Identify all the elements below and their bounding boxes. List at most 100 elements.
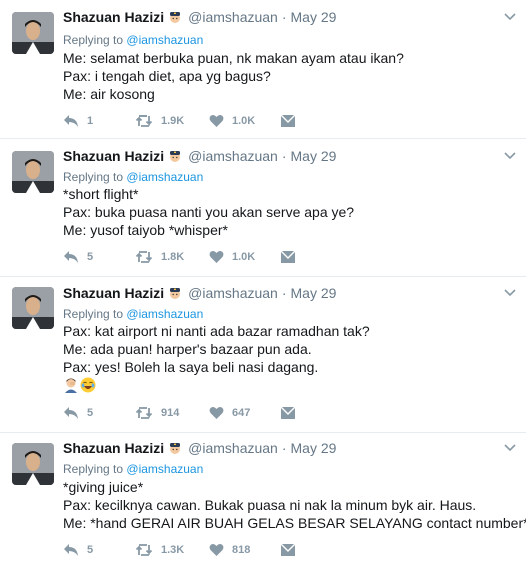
tweet-actions: 5 914 647: [63, 405, 303, 421]
reply-icon: [64, 407, 78, 419]
like-count: 818: [232, 544, 251, 556]
reply-button[interactable]: 5: [63, 405, 93, 421]
chevron-down-icon[interactable]: [504, 13, 516, 21]
tweet-actions: 5 1.3K 818: [63, 542, 303, 558]
author-handle[interactable]: @iamshazuan: [188, 440, 278, 456]
reply-count: 5: [87, 544, 94, 556]
emoji-line: [63, 376, 370, 394]
like-button[interactable]: 1.0K: [209, 113, 255, 129]
separator-dot: ·: [281, 285, 287, 301]
author-name[interactable]: Shazuan Hazizi: [63, 148, 164, 164]
tweet-line: Pax: kat airport ni nanti ada bazar rama…: [63, 323, 370, 339]
chevron-down-icon[interactable]: [504, 152, 516, 160]
author-name[interactable]: Shazuan Hazizi: [63, 440, 164, 456]
author-handle[interactable]: @iamshazuan: [188, 285, 278, 301]
reply-count: 5: [87, 251, 94, 263]
tweet-header: Shazuan Hazizi @iamshazuan · May 29: [63, 285, 336, 301]
direct-message-icon: [280, 543, 296, 556]
tweet-text: Me: selamat berbuka puan, nk makan ayam …: [63, 49, 404, 103]
heart-icon: [209, 251, 224, 263]
author-name[interactable]: Shazuan Hazizi: [63, 285, 164, 301]
man-facepalming-emoji: [65, 378, 77, 393]
tweet-date[interactable]: May 29: [291, 285, 337, 301]
direct-message-icon: [280, 250, 296, 263]
tweet-date[interactable]: May 29: [291, 440, 337, 456]
reply-count: 5: [87, 407, 94, 419]
direct-message-button[interactable]: [280, 542, 304, 558]
tweet-header: Shazuan Hazizi @iamshazuan · May 29: [63, 440, 336, 456]
chevron-down-icon[interactable]: [504, 289, 516, 297]
direct-message-button[interactable]: [280, 113, 304, 129]
like-button[interactable]: 1.0K: [209, 249, 255, 265]
replying-to: Replying to @iamshazuan: [63, 170, 203, 184]
tweet-actions: 5 1.8K 1.0K: [63, 249, 303, 265]
pilot-emoji: [168, 10, 182, 24]
replying-prefix: Replying to: [63, 33, 124, 47]
retweet-button[interactable]: 914: [135, 405, 179, 421]
like-button[interactable]: 647: [209, 405, 250, 421]
retweet-button[interactable]: 1.8K: [135, 249, 184, 265]
avatar[interactable]: [12, 287, 54, 329]
tweet[interactable]: Shazuan Hazizi @iamshazuan · May 29 Replyin…: [0, 433, 526, 563]
tweet-date[interactable]: May 29: [291, 9, 337, 25]
heart-icon: [209, 407, 224, 419]
pilot-emoji: [168, 286, 182, 300]
tweet-header: Shazuan Hazizi @iamshazuan · May 29: [63, 148, 336, 164]
tweet-actions: 1 1.9K 1.0K: [63, 113, 303, 129]
heart-icon: [209, 544, 224, 556]
retweet-icon: [135, 251, 153, 263]
reply-button[interactable]: 5: [63, 542, 93, 558]
author-name[interactable]: Shazuan Hazizi: [63, 9, 164, 25]
avatar[interactable]: [12, 443, 54, 485]
reply-icon: [64, 251, 78, 263]
tweet-line: *giving juice*: [63, 479, 144, 495]
retweet-icon: [135, 544, 153, 556]
avatar[interactable]: [12, 151, 54, 193]
like-count: 1.0K: [232, 115, 256, 127]
like-count: 647: [232, 407, 251, 419]
tweet-line: Me: *hand GERAI AIR BUAH GELAS BESAR SEL…: [63, 515, 526, 531]
reply-button[interactable]: 5: [63, 249, 93, 265]
direct-message-button[interactable]: [280, 249, 304, 265]
separator-dot: ·: [281, 148, 287, 164]
tweet[interactable]: Shazuan Hazizi @iamshazuan · May 29 Replyin…: [0, 139, 526, 277]
tweet-text: Pax: kat airport ni nanti ada bazar rama…: [63, 322, 370, 394]
avatar[interactable]: [12, 12, 54, 54]
replying-to-link[interactable]: @iamshazuan: [126, 307, 203, 321]
pilot-emoji: [168, 441, 182, 455]
replying-prefix: Replying to: [63, 170, 124, 184]
tweet-text: *short flight* Pax: buka puasa nanti you…: [63, 185, 354, 239]
reply-button[interactable]: 1: [63, 113, 93, 129]
replying-to-link[interactable]: @iamshazuan: [126, 33, 203, 47]
retweet-button[interactable]: 1.9K: [135, 113, 184, 129]
replying-to-link[interactable]: @iamshazuan: [126, 462, 203, 476]
retweet-count: 1.9K: [161, 115, 185, 127]
direct-message-icon: [280, 114, 296, 127]
tweet-line: Pax: buka puasa nanti you akan serve apa…: [63, 204, 355, 220]
retweet-icon: [135, 115, 153, 127]
tweet-date[interactable]: May 29: [291, 148, 337, 164]
retweet-count: 1.3K: [161, 544, 185, 556]
heart-icon: [209, 115, 224, 127]
joy-emoji: [80, 377, 96, 393]
tweet-text: *giving juice* Pax: kecilknya cawan. Buk…: [63, 478, 526, 532]
tweet[interactable]: Shazuan Hazizi @iamshazuan · May 29 Replyin…: [0, 0, 526, 139]
direct-message-button[interactable]: [280, 405, 304, 421]
tweet[interactable]: Shazuan Hazizi @iamshazuan · May 29 Replyin…: [0, 277, 526, 433]
pilot-emoji: [168, 149, 182, 163]
tweet-header: Shazuan Hazizi @iamshazuan · May 29: [63, 9, 336, 25]
retweet-count: 1.8K: [161, 251, 185, 263]
tweet-line: Pax: yes! Boleh la saya beli nasi dagang…: [63, 359, 319, 375]
replying-to-link[interactable]: @iamshazuan: [126, 170, 203, 184]
chevron-down-icon[interactable]: [504, 444, 516, 452]
author-handle[interactable]: @iamshazuan: [188, 9, 278, 25]
tweet-line: Me: air kosong: [63, 86, 155, 102]
retweet-button[interactable]: 1.3K: [135, 542, 184, 558]
replying-prefix: Replying to: [63, 307, 124, 321]
separator-dot: ·: [281, 440, 287, 456]
retweet-icon: [135, 407, 153, 419]
like-button[interactable]: 818: [209, 542, 250, 558]
author-handle[interactable]: @iamshazuan: [188, 148, 278, 164]
tweet-line: Me: selamat berbuka puan, nk makan ayam …: [63, 50, 404, 66]
separator-dot: ·: [281, 9, 287, 25]
